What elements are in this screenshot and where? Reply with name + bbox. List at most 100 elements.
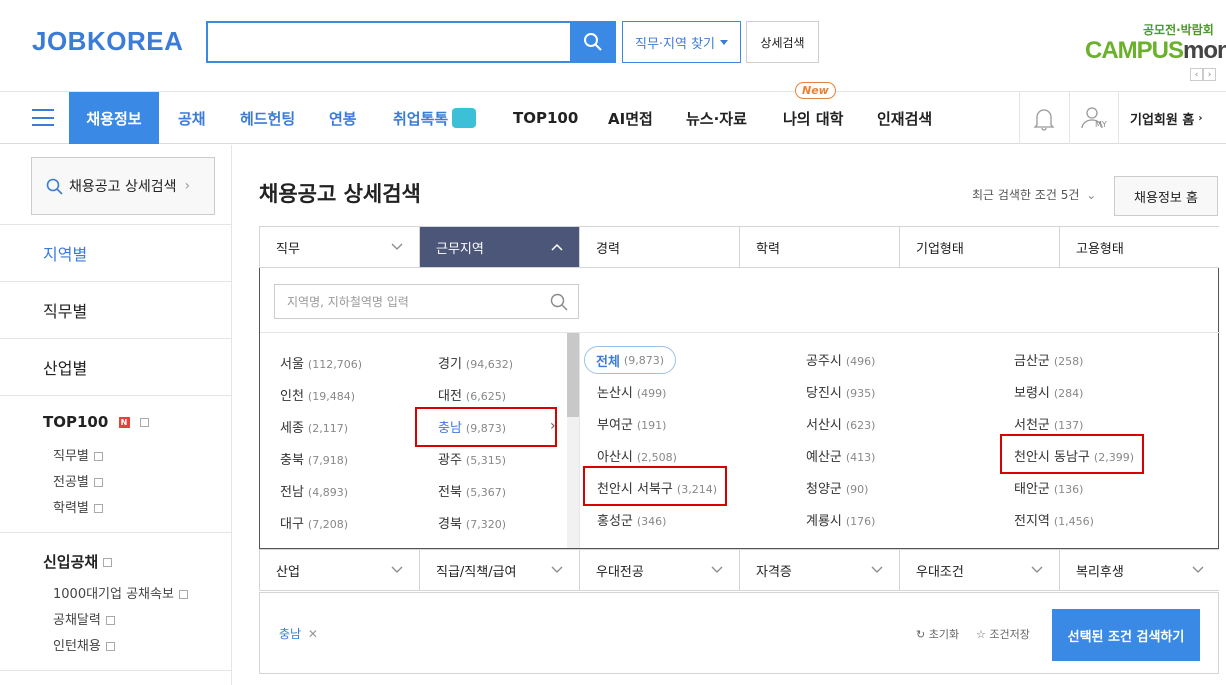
scrollbar-thumb[interactable] <box>567 333 579 417</box>
search-input[interactable] <box>206 21 572 63</box>
region-count: (5,315) <box>465 454 506 467</box>
nav-job-talk[interactable]: 취업톡톡 <box>393 92 477 144</box>
tab-benefits[interactable]: 복리후생 <box>1060 550 1220 590</box>
region-item[interactable]: 대구 (7,208) <box>280 513 348 532</box>
region-item[interactable]: 대전 (6,625) <box>438 385 506 404</box>
promo-next-arrow-icon[interactable]: › <box>1203 68 1216 81</box>
tab-job[interactable]: 직무 <box>260 227 420 267</box>
sidebar-item-top100[interactable]: TOP100 N <box>43 413 149 431</box>
chevron-down-icon <box>391 566 403 573</box>
sub-region-item[interactable]: 전지역 (1,456) <box>1014 510 1094 529</box>
selected-tag[interactable]: 충남 ✕ <box>279 625 318 642</box>
sub-region-item[interactable]: 청양군 (90) <box>806 478 868 497</box>
nav-headhunting[interactable]: 헤드헌팅 <box>240 92 295 144</box>
sub-region-item[interactable]: 서천군 (137) <box>1014 414 1083 433</box>
sidebar-detail-search[interactable]: 채용공고 상세검색 › <box>31 157 215 215</box>
nav-separator <box>1019 92 1020 144</box>
region-list-scrollbar[interactable] <box>567 333 579 548</box>
region-item[interactable]: 전북 (5,367) <box>438 481 506 500</box>
search-icon[interactable] <box>550 293 568 311</box>
chevron-up-icon <box>551 243 563 251</box>
tab-career[interactable]: 경력 <box>580 227 740 267</box>
region-item[interactable]: 세종 (2,117) <box>280 417 348 436</box>
region-item[interactable]: 경기 (94,632) <box>438 353 513 372</box>
detail-search-button[interactable]: 상세검색 <box>746 21 819 63</box>
job-area-finder-button[interactable]: 직무·지역 찾기 <box>622 21 741 63</box>
sidebar-top100-sub[interactable]: 직무별 <box>53 445 103 464</box>
sidebar-divider <box>0 532 231 533</box>
new-window-icon <box>93 478 103 487</box>
sub-region-item[interactable]: 보령시 (284) <box>1014 382 1083 401</box>
chevron-down-icon <box>1031 566 1043 573</box>
sidebar-item-by-industry[interactable]: 산업별 <box>43 355 87 379</box>
nav-public-recruit[interactable]: 공채 <box>178 92 206 144</box>
nav-news[interactable]: 뉴스·자료 <box>686 92 747 144</box>
save-conditions-button[interactable]: ☆ 조건저장 <box>976 626 1030 642</box>
sub-region-item[interactable]: 공주시 (496) <box>806 350 875 369</box>
nav-my-college[interactable]: 나의 대학 <box>783 92 843 144</box>
region-item[interactable]: 인천 (19,484) <box>280 385 355 404</box>
region-item[interactable]: 전남 (4,893) <box>280 481 348 500</box>
region-item[interactable]: 충북 (7,918) <box>280 449 348 468</box>
tab-work-region[interactable]: 근무지역 <box>420 227 580 267</box>
sub-region-all[interactable]: 전체 (9,873) <box>584 346 676 374</box>
sub-region-item[interactable]: 금산군 (258) <box>1014 350 1083 369</box>
close-icon[interactable]: ✕ <box>308 627 318 641</box>
nav-ai-interview[interactable]: AI면접 <box>608 92 653 144</box>
nav-talent-search[interactable]: 인재검색 <box>877 92 932 144</box>
sub-region-item[interactable]: 홍성군 (346) <box>597 510 666 529</box>
tab-preferred-major[interactable]: 우대전공 <box>580 550 740 590</box>
recent-conditions[interactable]: 최근 검색한 조건 5건 ⌄ <box>972 186 1096 203</box>
sub-region-item[interactable]: 서산시 (623) <box>806 414 875 433</box>
jobs-home-button[interactable]: 채용정보 홈 <box>1114 176 1218 216</box>
tab-position-salary[interactable]: 직급/직책/급여 <box>420 550 580 590</box>
tab-preferred-conditions[interactable]: 우대조건 <box>900 550 1060 590</box>
sidebar-top100-sub[interactable]: 전공별 <box>53 471 103 490</box>
tab-certificate[interactable]: 자격증 <box>740 550 900 590</box>
sub-region-count: (191) <box>636 419 667 432</box>
region-count: (5,367) <box>465 486 506 499</box>
sidebar-item-by-job[interactable]: 직무별 <box>43 298 87 322</box>
chat-bubble-icon <box>452 108 477 128</box>
reset-button[interactable]: ↻ 초기화 <box>916 626 959 642</box>
nav-top100[interactable]: TOP100 <box>513 92 578 144</box>
sidebar-newgrad-sub[interactable]: 1000대기업 공채속보 <box>53 583 188 602</box>
sidebar: 채용공고 상세검색 › 지역별 직무별 산업별 TOP100 N 직무별 전공별… <box>0 145 232 685</box>
sub-region-item[interactable]: 계룡시 (176) <box>806 510 875 529</box>
tab-industry[interactable]: 산업 <box>260 550 420 590</box>
campusmon-logo[interactable]: CAMPUSmon <box>1085 37 1226 65</box>
promo-subtitle[interactable]: 공모전·박람회 <box>1143 21 1214 38</box>
new-badge: New <box>795 82 836 99</box>
my-page-icon[interactable]: MY <box>1081 106 1107 134</box>
sub-region-item[interactable]: 태안군 (136) <box>1014 478 1083 497</box>
sub-region-item[interactable]: 당진시 (935) <box>806 382 875 401</box>
region-search-input[interactable]: 지역명, 지하철역명 입력 <box>274 284 579 319</box>
sidebar-divider <box>0 224 231 225</box>
sub-region-item[interactable]: 아산시 (2,508) <box>597 446 677 465</box>
search-icon <box>46 178 63 195</box>
sidebar-top100-sub[interactable]: 학력별 <box>53 497 103 516</box>
region-item[interactable]: 광주 (5,315) <box>438 449 506 468</box>
sidebar-item-by-region[interactable]: 지역별 <box>43 241 87 265</box>
menu-icon[interactable] <box>32 109 54 126</box>
region-name: 대구 <box>280 517 304 532</box>
promo-prev-arrow-icon[interactable]: ‹ <box>1190 68 1203 81</box>
jobkorea-logo[interactable]: JOBKOREA <box>32 26 183 57</box>
sidebar-newgrad-sub[interactable]: 인턴채용 <box>53 635 115 654</box>
corp-home-link[interactable]: 기업회원 홈 › <box>1130 92 1202 144</box>
tab-employment-type[interactable]: 고용형태 <box>1060 227 1220 267</box>
tab-company-type[interactable]: 기업형태 <box>900 227 1060 267</box>
sub-region-item[interactable]: 부여군 (191) <box>597 414 666 433</box>
tab-education[interactable]: 학력 <box>740 227 900 267</box>
sidebar-item-newgrad[interactable]: 신입공채 <box>43 551 113 572</box>
region-item[interactable]: 서울 (112,706) <box>280 353 362 372</box>
nav-jobs-info[interactable]: 채용정보 <box>69 92 159 144</box>
region-item[interactable]: 경북 (7,320) <box>438 513 506 532</box>
bell-icon[interactable] <box>1033 107 1055 135</box>
sub-region-item[interactable]: 논산시 (499) <box>597 382 666 401</box>
nav-salary[interactable]: 연봉 <box>329 92 357 144</box>
sidebar-newgrad-sub[interactable]: 공채달력 <box>53 609 115 628</box>
search-selected-button[interactable]: 선택된 조건 검색하기 <box>1052 609 1200 661</box>
search-button[interactable] <box>570 21 616 63</box>
sub-region-item[interactable]: 예산군 (413) <box>806 446 875 465</box>
